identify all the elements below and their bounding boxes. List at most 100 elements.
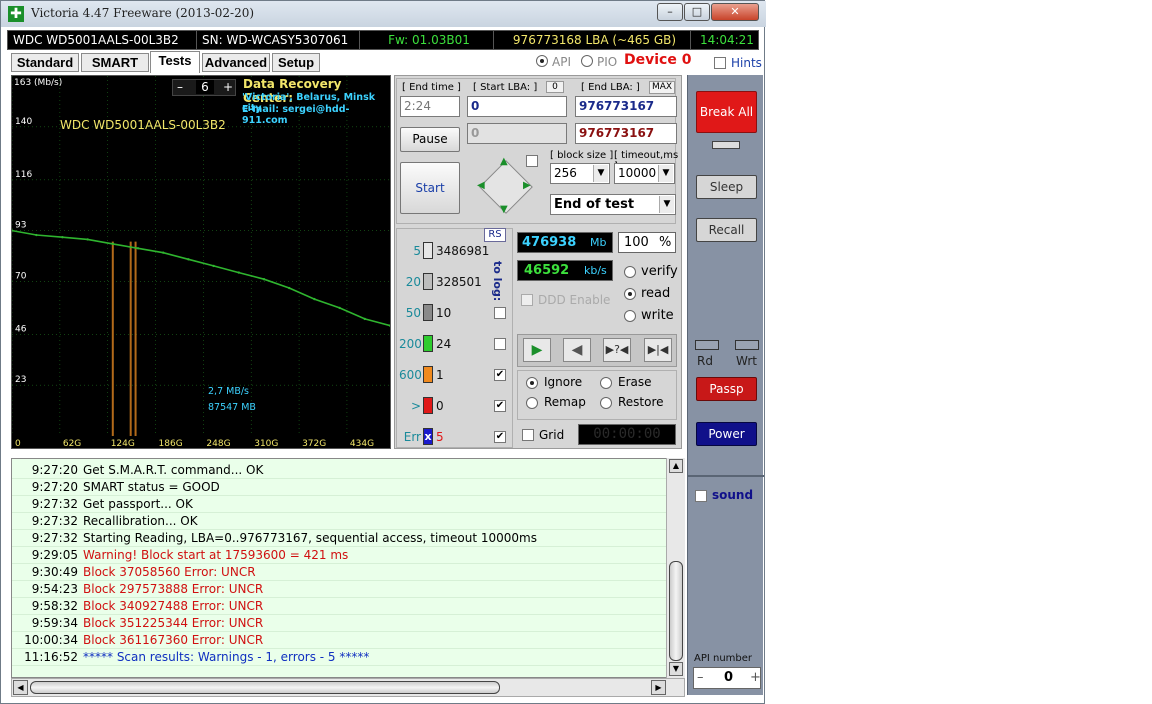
scroll-down-icon[interactable]: ▼ [669,662,683,676]
api-radio[interactable] [536,55,548,67]
log-horizontal-scrollbar[interactable]: ◀ ▶ [11,678,685,697]
break-all-button[interactable]: Break All [696,91,757,133]
ignore-radio[interactable] [526,377,538,389]
grid-checkbox[interactable] [522,429,534,441]
legend-count: 3486981 [436,244,490,258]
x-tick-label: 248G [206,439,230,449]
restore-radio[interactable] [600,397,612,409]
pause-button[interactable]: Pause [400,127,460,152]
log-hscroll-thumb[interactable] [30,681,500,694]
start-lba-field[interactable]: 0 [467,96,567,117]
legend-log-checkbox[interactable] [494,307,506,319]
log-vertical-scrollbar[interactable]: ▲ ▼ [666,458,685,678]
zoom-counter[interactable]: – 6 + [172,79,236,96]
tab-advanced[interactable]: Advanced [202,53,270,72]
log-message: Block 37058560 Error: UNCR [83,565,256,579]
end-lba-max-button[interactable]: MAX [649,81,675,94]
api-number-spinner[interactable]: – 0 + [693,667,761,689]
speed-line [12,229,390,327]
ddd-checkbox[interactable] [521,294,533,306]
skip-button[interactable]: ▶?◀ [603,338,631,362]
legend-log-checkbox[interactable]: ✔ [494,431,506,443]
scroll-up-icon[interactable]: ▲ [669,459,683,473]
timeout-value: 10000 [618,166,657,180]
rs-button[interactable]: RS [484,228,506,242]
arrow-right-icon[interactable]: ▶ [523,180,531,191]
write-radio[interactable] [624,310,636,322]
start-button[interactable]: Start [400,162,460,214]
end-button[interactable]: ▶|◀ [644,338,672,362]
legend-color-box [423,242,433,259]
remap-radio[interactable] [526,397,538,409]
erase-radio[interactable] [600,377,612,389]
minimize-button[interactable]: – [657,3,683,21]
x-tick-label: 124G [111,439,135,449]
play-button[interactable]: ▶ [523,338,551,362]
event-log[interactable]: 9:27:20 Get S.M.A.R.T. command... OK 9:27:… [11,458,685,678]
block-size-select[interactable]: 256 ▼ [550,163,610,184]
legend-log-checkbox[interactable]: ✔ [494,369,506,381]
speed-point [313,297,316,301]
legend-log-checkbox[interactable]: ✔ [494,400,506,412]
y-tick-label: 46 [15,324,27,334]
api-label: API [552,55,571,69]
api-number-plus[interactable]: + [750,670,761,685]
scroll-left-icon[interactable]: ◀ [13,680,28,695]
log-message: SMART status = GOOD [83,480,220,494]
close-button[interactable]: ✕ [711,3,759,21]
recall-button[interactable]: Recall [696,218,757,242]
recovery-center-email: E-mail: sergei@hdd-911.com [242,104,350,126]
verify-radio[interactable] [624,266,636,278]
zoom-minus-button[interactable]: – [177,80,183,94]
rd-indicator [695,340,719,350]
read-radio[interactable] [624,288,636,300]
title-bar[interactable]: ✚ Victoria 4.47 Freeware (2013-02-20) – … [1,1,766,27]
api-number-minus[interactable]: – [697,670,704,685]
legend-log-checkbox[interactable] [494,338,506,350]
speed-graph: 140 116 93 70 46 23 0 62G 124G 186G 248G 310G 372G 43… [11,75,391,449]
legend-threshold: Err [403,430,421,444]
end-time-label: [ End time ] [402,82,461,93]
sound-label: sound [712,488,754,502]
log-time: 9:54:23 [31,582,78,596]
log-message: Get passport... OK [83,497,193,511]
dpad-checkbox[interactable] [526,155,538,167]
pio-radio[interactable] [581,55,593,67]
processed-mb-value: 476938 [522,235,577,250]
device-label[interactable]: Device 0 [624,52,691,68]
end-lba-field[interactable]: 976773167 [575,96,677,117]
legend-color-box [423,304,433,321]
write-label: write [641,308,674,323]
end-mode-select[interactable]: End of test ▼ [550,194,676,215]
start-lba-badge[interactable]: 0 [546,81,564,93]
arrow-left-icon[interactable]: ◀ [477,180,485,191]
sleep-button[interactable]: Sleep [696,175,757,199]
log-scroll-thumb[interactable] [669,561,683,661]
timeout-select[interactable]: 10000 ▼ [614,163,675,184]
remap-label: Remap [544,395,586,409]
speed-point [212,264,215,268]
power-button[interactable]: Power [696,422,757,446]
tab-smart[interactable]: SMART [81,53,149,72]
current-position: 87547 MB [208,402,256,413]
log-time: 9:58:32 [31,599,78,613]
arrow-down-icon[interactable]: ▼ [500,204,508,215]
scroll-right-icon[interactable]: ▶ [651,680,666,695]
legend-threshold: 20 [405,275,421,289]
sound-checkbox[interactable] [695,490,707,502]
end-time-field[interactable]: 2:24 [400,96,460,117]
zoom-plus-button[interactable]: + [223,80,233,94]
passp-button[interactable]: Passp [696,377,757,401]
hints-checkbox[interactable] [714,57,726,69]
progress-box: 100 % [618,232,676,253]
back-button[interactable]: ◀ [563,338,591,362]
maximize-button[interactable]: □ [684,3,710,21]
right-divider [688,475,764,477]
to-log-label: to log: [491,261,504,302]
tab-standard[interactable]: Standard [11,53,79,72]
tab-setup[interactable]: Setup [272,53,320,72]
arrow-up-icon[interactable]: ▲ [500,156,508,167]
legend-threshold: 600 [399,368,422,382]
legend-count: 328501 [436,275,482,289]
tab-tests[interactable]: Tests [150,51,200,73]
